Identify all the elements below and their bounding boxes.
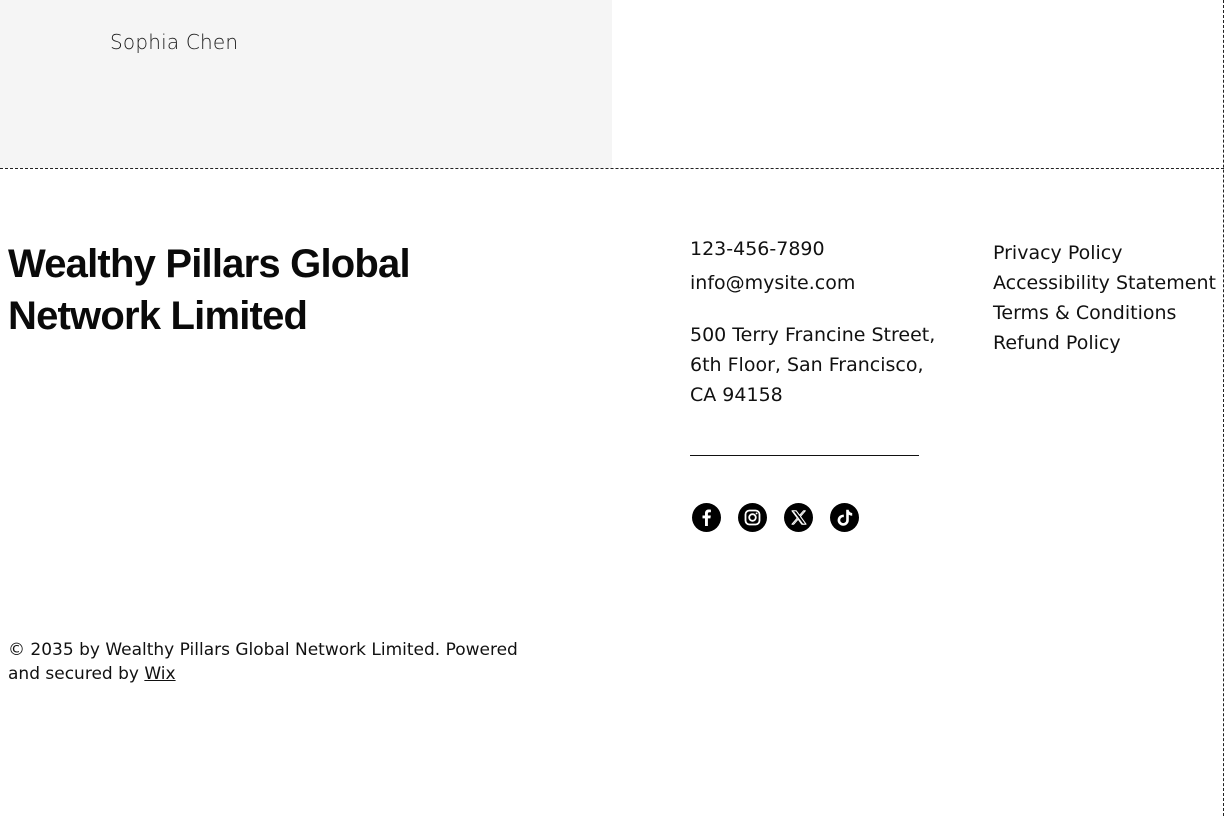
brand-line-2: Network Limited [8,294,308,338]
address-line-2: 6th Floor, San Francisco, [690,354,924,376]
contact-phone[interactable]: 123-456-7890 [690,238,825,260]
copyright-notice: © 2035 by Wealthy Pillars Global Network… [8,638,528,686]
wix-link[interactable]: Wix [144,664,175,684]
footer-brand-name: Wealthy Pillars Global Network Limited [8,238,528,342]
page: Sophia Chen Wealthy Pillars Global Netwo… [0,0,1228,816]
facebook-icon[interactable] [692,503,721,532]
address-line-1: 500 Terry Francine Street, [690,324,936,346]
copyright-text: © 2035 by Wealthy Pillars Global Network… [8,640,518,684]
social-bar [692,503,859,532]
contact-address: 500 Terry Francine Street, 6th Floor, Sa… [690,320,936,410]
brand-line-1: Wealthy Pillars Global [8,242,411,286]
section-divider-dashed [0,168,1224,169]
instagram-icon[interactable] [738,503,767,532]
policy-links: Privacy Policy Accessibility Statement T… [993,238,1216,358]
accessibility-statement-link[interactable]: Accessibility Statement [993,268,1216,298]
privacy-policy-link[interactable]: Privacy Policy [993,238,1216,268]
testimonial-card: Sophia Chen [0,0,612,168]
contact-divider [690,455,919,456]
tiktok-icon[interactable] [830,503,859,532]
contact-email[interactable]: info@mysite.com [690,272,855,294]
x-icon[interactable] [784,503,813,532]
edge-divider-dashed [1223,0,1224,816]
terms-conditions-link[interactable]: Terms & Conditions [993,298,1216,328]
testimonial-author: Sophia Chen [110,30,239,54]
address-line-3: CA 94158 [690,384,783,406]
refund-policy-link[interactable]: Refund Policy [993,328,1216,358]
